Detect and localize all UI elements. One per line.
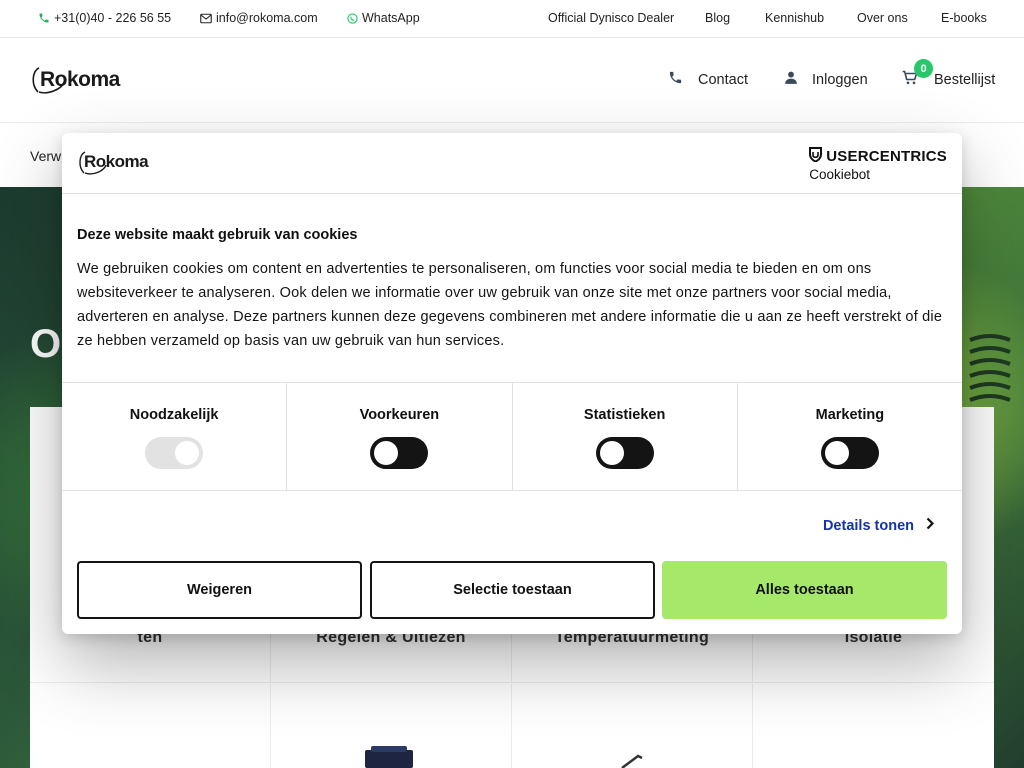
order-list-label: Bestellijst [934, 71, 996, 88]
dialog-header: Rokoma USERCENTRICS Cookiebot [62, 133, 962, 194]
category-necessary-label: Noodzakelijk [129, 407, 219, 423]
link-over-ons[interactable]: Over ons [857, 11, 908, 25]
phone-icon [668, 70, 683, 89]
login-label: Inloggen [812, 71, 868, 88]
top-bar: +31(0)40 - 226 56 55 info@rokoma.com Wha… [0, 0, 1024, 38]
dialog-logo-wordmark: Rokoma [84, 152, 149, 171]
main-header: Rokoma Contact Inloggen Bestellijst [0, 39, 1024, 123]
link-e-books[interactable]: E-books [941, 11, 987, 25]
cookie-consent-dialog: Rokoma USERCENTRICS Cookiebot Deze websi… [62, 133, 962, 634]
dialog-body: Deze website maakt gebruik van cookies W… [77, 227, 947, 353]
category-card[interactable] [512, 684, 753, 768]
product-thumbnail-icon [365, 746, 413, 768]
login-link[interactable]: Inloggen [784, 70, 868, 89]
necessary-toggle [145, 437, 204, 469]
category-statistics-label: Statistieken [583, 407, 666, 423]
link-kennishub[interactable]: Kennishub [765, 11, 824, 25]
whatsapp-icon [347, 12, 358, 24]
cart-count-badge: 0 [914, 59, 933, 78]
hero-title: O [30, 322, 62, 366]
envelope-icon [200, 13, 212, 24]
show-details-link[interactable]: Details tonen [822, 517, 935, 534]
category-marketing-label: Marketing [815, 407, 885, 423]
category-card[interactable] [753, 684, 994, 768]
cookie-title: Deze website maakt gebruik van cookies [77, 227, 358, 243]
probe-thumbnail-icon [621, 754, 643, 768]
category-necessary: Noodzakelijk [62, 383, 288, 490]
contact-link[interactable]: Contact [668, 70, 748, 89]
contact-label: Contact [698, 71, 748, 88]
consent-categories: Noodzakelijk Voorkeuren Statistieken Mar… [62, 382, 962, 491]
subnav-item[interactable]: Verw [30, 148, 61, 164]
email-link[interactable]: info@rokoma.com [200, 11, 318, 25]
logo-wordmark: Rokoma [40, 68, 120, 91]
cookiebot-label: Cookiebot [809, 167, 871, 182]
usercentrics-shield-icon [809, 147, 823, 166]
statistics-toggle[interactable] [595, 437, 654, 469]
preferences-toggle[interactable] [370, 437, 429, 469]
category-preferences-label: Voorkeuren [359, 407, 440, 423]
user-icon [784, 70, 798, 89]
category-card[interactable] [30, 684, 271, 768]
chevron-right-icon [926, 517, 935, 534]
whatsapp-link[interactable]: WhatsApp [347, 11, 420, 25]
link-dynisco-dealer[interactable]: Official Dynisco Dealer [548, 11, 674, 25]
cookie-description: We gebruiken cookies om content en adver… [77, 261, 943, 349]
show-details-label: Details tonen [822, 517, 914, 534]
site-logo[interactable]: Rokoma [30, 65, 120, 95]
phone-icon [38, 12, 50, 24]
reject-button[interactable]: Weigeren [77, 561, 362, 619]
allow-all-button[interactable]: Alles toestaan [662, 561, 947, 619]
category-preferences: Voorkeuren [287, 383, 513, 490]
category-marketing: Marketing [738, 383, 962, 490]
email-text: info@rokoma.com [216, 11, 318, 25]
dialog-logo: Rokoma [77, 150, 151, 176]
link-blog[interactable]: Blog [705, 11, 730, 25]
whatsapp-text: WhatsApp [362, 11, 420, 25]
category-card[interactable] [271, 684, 512, 768]
marketing-toggle[interactable] [820, 437, 879, 469]
cookiebot-branding[interactable]: USERCENTRICS Cookiebot [809, 147, 947, 182]
allow-selection-button[interactable]: Selectie toestaan [370, 561, 655, 619]
category-statistics: Statistieken [513, 383, 738, 490]
usercentrics-brand: USERCENTRICS [826, 148, 947, 165]
phone-text: +31(0)40 - 226 56 55 [54, 11, 172, 25]
phone-link[interactable]: +31(0)40 - 226 56 55 [38, 11, 171, 25]
